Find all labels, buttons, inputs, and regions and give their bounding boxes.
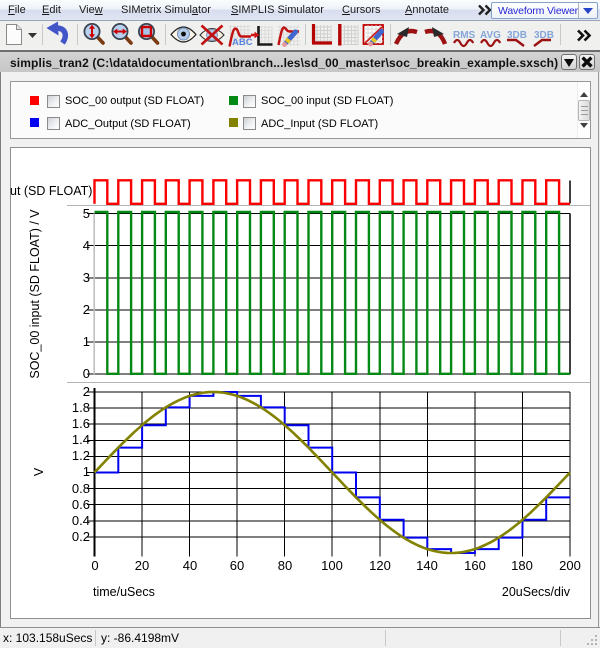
svg-text:ABC: ABC [232, 37, 253, 48]
